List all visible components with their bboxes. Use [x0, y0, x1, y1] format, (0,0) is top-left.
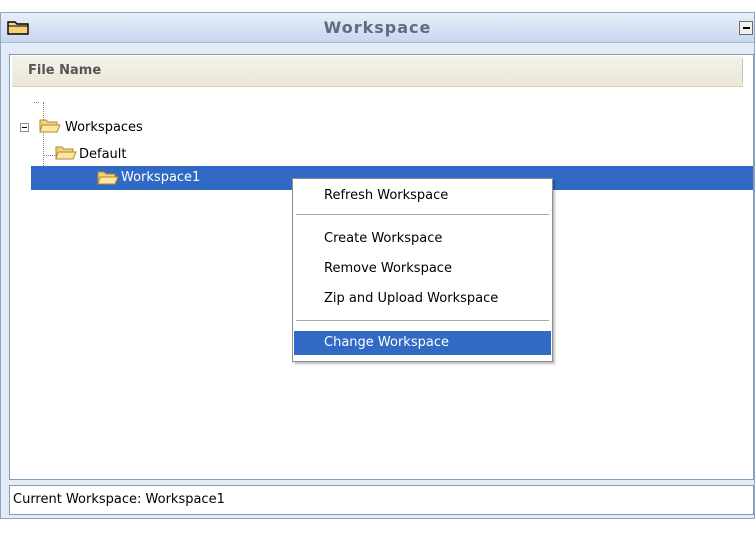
column-separator[interactable]: [742, 59, 743, 83]
tree-node-label: Default: [79, 147, 127, 162]
menu-item-label: Remove Workspace: [324, 261, 452, 276]
minimize-icon[interactable]: [739, 21, 753, 35]
current-workspace-status: Current Workspace: Workspace1: [13, 492, 225, 507]
menu-item-label: Change Workspace: [324, 335, 449, 350]
menu-item-refresh-workspace[interactable]: Refresh Workspace: [294, 184, 551, 208]
menu-item-remove-workspace[interactable]: Remove Workspace: [294, 257, 551, 281]
collapse-icon[interactable]: [20, 123, 29, 132]
tree-line: [34, 102, 39, 103]
window-title: Workspace: [323, 18, 432, 37]
column-header-file-name[interactable]: File Name: [12, 56, 743, 87]
menu-item-label: Zip and Upload Workspace: [324, 291, 499, 306]
tree-node-label: Workspaces: [65, 120, 143, 135]
menu-item-create-workspace[interactable]: Create Workspace: [294, 227, 551, 251]
menu-separator: [296, 320, 549, 322]
menu-item-change-workspace[interactable]: Change Workspace: [294, 331, 551, 355]
folder-icon: [97, 169, 119, 191]
workspace-context-menu: Refresh Workspace Create Workspace Remov…: [292, 178, 553, 362]
menu-item-label: Create Workspace: [324, 231, 443, 246]
menu-item-label: Refresh Workspace: [324, 188, 449, 203]
menu-separator: [296, 214, 549, 216]
column-header-label: File Name: [28, 63, 102, 78]
status-bar: Current Workspace: Workspace1: [9, 485, 754, 515]
tree-node-workspaces[interactable]: Workspaces: [20, 117, 320, 139]
folder-icon: [55, 144, 77, 166]
folder-open-icon: [39, 117, 61, 139]
tree-node-default[interactable]: Default: [55, 144, 315, 166]
tree-line: [43, 155, 55, 156]
tree-node-label: Workspace1: [121, 170, 201, 185]
menu-item-zip-upload-workspace[interactable]: Zip and Upload Workspace: [294, 287, 551, 311]
title-bar[interactable]: Workspace: [1, 13, 754, 43]
